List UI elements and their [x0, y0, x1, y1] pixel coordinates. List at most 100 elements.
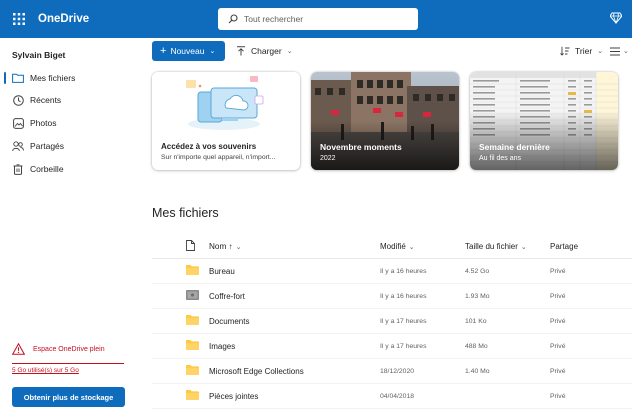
- file-sharing: Privé: [550, 267, 566, 275]
- folder-icon: [186, 315, 199, 327]
- trash-icon: [12, 163, 24, 175]
- chevron-down-icon: ⌄: [408, 243, 415, 251]
- upload-icon: [237, 46, 245, 56]
- card-subtitle: Au fil des ans: [479, 155, 522, 162]
- file-size: 488 Mo: [465, 342, 488, 350]
- folder-icon: [12, 72, 24, 84]
- new-button-label: Nouveau: [170, 46, 205, 56]
- file-name[interactable]: Coffre-fort: [209, 292, 245, 301]
- waffle-icon: [13, 13, 25, 25]
- sort-icon: [560, 46, 570, 56]
- file-modified: Il y a 17 heures: [380, 342, 427, 350]
- storage-warning-label: Espace OneDrive plein: [33, 345, 105, 353]
- storage-usage-link[interactable]: 5 Go utilisé(s) sur 5 Go: [12, 367, 79, 374]
- memories-illustration: [152, 72, 300, 138]
- file-name[interactable]: Microsoft Edge Collections: [209, 367, 304, 376]
- card-title: Semaine dernière: [479, 142, 550, 152]
- file-sharing: Privé: [550, 342, 566, 350]
- card-title: Accédez à vos souvenirs: [161, 142, 257, 151]
- table-row[interactable]: Pièces jointes 04/04/2018 Privé: [152, 384, 632, 409]
- sort-button-label: Trier: [575, 46, 593, 56]
- table-row[interactable]: Microsoft Edge Collections 18/12/2020 1.…: [152, 359, 632, 384]
- table-header: Nom ↑ ⌄ Modifié ⌄ Taille du fichier ⌄ Parta…: [152, 234, 632, 259]
- app-launcher-button[interactable]: [0, 0, 38, 38]
- name-column-header[interactable]: Nom ↑ ⌄: [209, 242, 242, 251]
- chevron-down-icon: ⌄: [286, 48, 293, 55]
- folder-icon: [186, 340, 199, 352]
- chevron-down-icon: ⌄: [623, 48, 629, 55]
- upload-button-label: Charger: [251, 46, 282, 56]
- storage-warning[interactable]: Espace OneDrive plein: [12, 343, 105, 355]
- size-column-header[interactable]: Taille du fichier ⌄: [465, 242, 527, 251]
- chevron-down-icon: ⌄: [235, 243, 242, 251]
- new-button[interactable]: + Nouveau ⌄: [152, 41, 225, 61]
- file-modified: Il y a 16 heures: [380, 267, 427, 275]
- file-type-header-icon[interactable]: [186, 239, 195, 253]
- chevron-down-icon: ⌄: [209, 48, 216, 55]
- table-row[interactable]: Images Il y a 17 heures 488 Mo Privé: [152, 334, 632, 359]
- sharing-column-header[interactable]: Partage: [550, 242, 578, 251]
- file-name[interactable]: Pièces jointes: [209, 392, 258, 401]
- top-bar: OneDrive Tout rechercher: [0, 0, 632, 38]
- clock-icon: [12, 94, 24, 106]
- file-size: 1.93 Mo: [465, 292, 490, 300]
- storage-bar: [12, 363, 124, 364]
- sort-button[interactable]: Trier ⌄: [560, 41, 603, 61]
- sidebar-item-partages[interactable]: Partagés: [0, 136, 135, 156]
- image-icon: [12, 117, 24, 129]
- warning-icon: [12, 343, 25, 355]
- size-header-label: Taille du fichier: [465, 241, 518, 251]
- search-box[interactable]: Tout rechercher: [218, 8, 418, 30]
- sidebar-item-corbeille[interactable]: Corbeille: [0, 159, 135, 179]
- buy-storage-button[interactable]: Obtenir plus de stockage: [12, 387, 125, 407]
- diamond-icon: [609, 12, 623, 25]
- table-row[interactable]: Bureau Il y a 16 heures 4.52 Go Privé: [152, 259, 632, 284]
- search-input[interactable]: Tout rechercher: [244, 14, 303, 24]
- sidebar-item-mes-fichiers[interactable]: Mes fichiers: [0, 68, 135, 88]
- file-size: 101 Ko: [465, 317, 487, 325]
- card-title: Novembre moments: [320, 142, 402, 152]
- file-sharing: Privé: [550, 292, 566, 300]
- name-header-label: Nom ↑: [209, 241, 233, 251]
- card-subtitle: Sur n'importe quel appareil, n'import...: [161, 154, 276, 161]
- file-modified: 18/12/2020: [380, 367, 415, 375]
- plus-icon: +: [160, 45, 167, 57]
- chevron-down-icon: ⌄: [520, 243, 527, 251]
- sidebar: Sylvain Biget Mes fichiers Récents Photo…: [0, 38, 135, 407]
- upload-button[interactable]: Charger ⌄: [236, 41, 293, 61]
- table-row[interactable]: Coffre-fort Il y a 16 heures 1.93 Mo Pri…: [152, 284, 632, 309]
- last-week-card[interactable]: Semaine dernière Au fil des ans: [470, 72, 618, 170]
- november-moments-card[interactable]: Novembre moments 2022: [311, 72, 459, 170]
- file-sharing: Privé: [550, 392, 566, 400]
- file-name[interactable]: Bureau: [209, 267, 235, 276]
- file-sharing: Privé: [550, 367, 566, 375]
- table-row[interactable]: Documents Il y a 17 heures 101 Ko Privé: [152, 309, 632, 334]
- card-subtitle: 2022: [320, 155, 336, 162]
- app-name[interactable]: OneDrive: [38, 13, 89, 25]
- sidebar-item-label: Corbeille: [30, 164, 64, 174]
- file-name[interactable]: Documents: [209, 317, 249, 326]
- memories-card[interactable]: Accédez à vos souvenirs Sur n'importe qu…: [152, 72, 300, 170]
- section-title: Mes fichiers: [152, 206, 219, 220]
- file-size: 4.52 Go: [465, 267, 490, 275]
- modified-column-header[interactable]: Modifié ⌄: [380, 242, 415, 251]
- sidebar-item-label: Photos: [30, 118, 57, 128]
- file-modified: 04/04/2018: [380, 392, 415, 400]
- folder-icon: [186, 390, 199, 402]
- folder-icon: [186, 265, 199, 277]
- sidebar-item-label: Récents: [30, 95, 62, 105]
- file-name[interactable]: Images: [209, 342, 235, 351]
- search-icon: [228, 14, 238, 24]
- premium-button[interactable]: [609, 11, 623, 29]
- sidebar-item-photos[interactable]: Photos: [0, 113, 135, 133]
- user-name: Sylvain Biget: [12, 50, 66, 60]
- file-size: 1.40 Mo: [465, 367, 490, 375]
- vault-icon: [186, 290, 199, 302]
- main-content: + Nouveau ⌄ Charger ⌄ Trier ⌄ ⌄ Accédez …: [135, 38, 632, 409]
- sidebar-item-recents[interactable]: Récents: [0, 90, 135, 110]
- chevron-down-icon: ⌄: [597, 48, 604, 55]
- view-options-button[interactable]: ⌄: [610, 41, 629, 61]
- sidebar-item-label: Partagés: [30, 141, 65, 151]
- people-icon: [12, 140, 24, 152]
- file-modified: Il y a 16 heures: [380, 292, 427, 300]
